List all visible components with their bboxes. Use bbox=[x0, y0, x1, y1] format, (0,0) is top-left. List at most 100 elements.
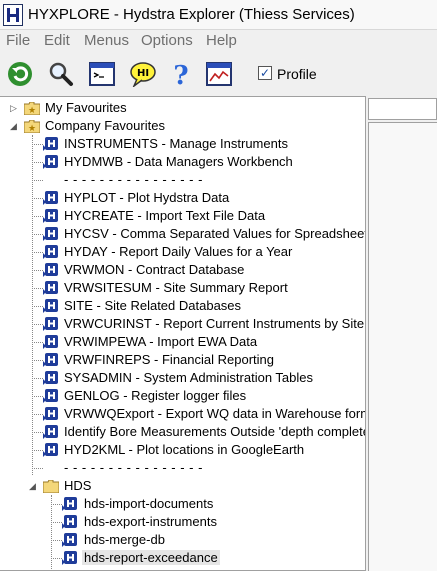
tree-item-label: hds-import-documents bbox=[84, 496, 214, 511]
help-button[interactable]: ? bbox=[166, 59, 196, 89]
title-bar: HYXPLORE - Hydstra Explorer (Thiess Serv… bbox=[0, 0, 437, 30]
tree-item-hyday[interactable]: HYDAY - Report Daily Values for a Year bbox=[0, 243, 365, 261]
menu-options[interactable]: Options bbox=[141, 32, 193, 49]
tree-item-vrwimpewa[interactable]: VRWIMPEWA - Import EWA Data bbox=[0, 333, 365, 351]
menu-file[interactable]: File bbox=[6, 32, 30, 49]
tree-connector bbox=[32, 252, 43, 253]
tree-connector bbox=[32, 396, 43, 397]
tree-item-hds-import-documents[interactable]: hds-import-documents bbox=[0, 495, 365, 513]
tree-item-vrwfinreps[interactable]: VRWFINREPS - Financial Reporting bbox=[0, 351, 365, 369]
tree-item-hds-merge-db[interactable]: hds-merge-db bbox=[0, 531, 365, 549]
tree-connector bbox=[51, 522, 62, 523]
tree-node-company-favourites[interactable]: ◢ ★ Company Favourites bbox=[0, 117, 365, 135]
separator-text: - - - - - - - - - - - - - - - - bbox=[64, 172, 203, 187]
tree-connector bbox=[32, 270, 43, 271]
chat-icon: HI bbox=[130, 62, 156, 87]
hydstra-program-icon bbox=[43, 298, 59, 314]
tree-separator: - - - - - - - - - - - - - - - - bbox=[0, 171, 365, 189]
favourites-folder-icon: ★ bbox=[24, 102, 40, 115]
tree-item-identify-bore-measurements-outside-depth[interactable]: Identify Bore Measurements Outside 'dept… bbox=[0, 423, 366, 441]
tree-item-label: VRWMON - Contract Database bbox=[64, 262, 245, 277]
detail-header bbox=[368, 98, 437, 120]
tree-item-label: SITE - Site Related Databases bbox=[64, 298, 242, 313]
tree-connector bbox=[32, 468, 43, 469]
tree-connector bbox=[32, 378, 43, 379]
tree-item-hyplot[interactable]: HYPLOT - Plot Hydstra Data bbox=[0, 189, 365, 207]
tree-item-label: VRWWQExport - Export WQ data in Warehous… bbox=[64, 406, 366, 421]
hydstra-program-icon bbox=[43, 244, 59, 260]
chat-button[interactable]: HI bbox=[128, 59, 158, 89]
app-icon bbox=[3, 4, 23, 26]
hydstra-program-icon bbox=[43, 442, 59, 458]
tree-connector bbox=[32, 414, 43, 415]
tree-item-hydmwb[interactable]: HYDMWB - Data Managers Workbench bbox=[0, 153, 365, 171]
tree-connector bbox=[51, 540, 62, 541]
hydstra-program-icon bbox=[43, 226, 59, 242]
tree-item-hds-export-instruments[interactable]: hds-export-instruments bbox=[0, 513, 365, 531]
tree-item-label: SYSADMIN - System Administration Tables bbox=[64, 370, 314, 385]
menu-edit[interactable]: Edit bbox=[44, 32, 70, 49]
tree-connector bbox=[32, 162, 43, 163]
hydstra-program-icon bbox=[43, 370, 59, 386]
tree-item-label: Identify Bore Measurements Outside 'dept… bbox=[64, 424, 366, 439]
refresh-button[interactable] bbox=[5, 59, 35, 89]
tree-separator: - - - - - - - - - - - - - - - - bbox=[0, 459, 365, 477]
tree-item-vrwwqexport[interactable]: VRWWQExport - Export WQ data in Warehous… bbox=[0, 405, 366, 423]
tree-connector bbox=[32, 198, 43, 199]
hydstra-program-icon bbox=[43, 388, 59, 404]
tree-connector bbox=[51, 558, 62, 559]
help-icon: ? bbox=[173, 61, 188, 88]
tree-label-company-favourites: Company Favourites bbox=[45, 118, 165, 133]
tree-item-label: hds-merge-db bbox=[84, 532, 165, 547]
collapse-arrow-icon[interactable]: ◢ bbox=[29, 482, 38, 491]
tree-item-label: HYCREATE - Import Text File Data bbox=[64, 208, 266, 223]
tree-node-my-favourites[interactable]: ▷ ★ My Favourites bbox=[0, 99, 365, 117]
expand-arrow-icon[interactable]: ▷ bbox=[10, 104, 19, 113]
tree-item-sysadmin[interactable]: SYSADMIN - System Administration Tables bbox=[0, 369, 365, 387]
profile-label: Profile bbox=[277, 66, 317, 82]
tree-connector bbox=[32, 342, 43, 343]
tree-pane[interactable]: ▷ ★ My Favourites ◢ ★ Company Favourites… bbox=[0, 96, 366, 571]
console-button[interactable] bbox=[87, 59, 117, 89]
search-button[interactable] bbox=[46, 59, 76, 89]
tree-item-hds-report-exceedance[interactable]: hds-report-exceedance bbox=[0, 549, 365, 567]
tree-item-hycreate[interactable]: HYCREATE - Import Text File Data bbox=[0, 207, 365, 225]
tree-item-genlog[interactable]: GENLOG - Register logger files bbox=[0, 387, 365, 405]
menu-bar: File Edit Menus Options Help bbox=[0, 30, 437, 51]
tree-item-site[interactable]: SITE - Site Related Databases bbox=[0, 297, 365, 315]
tree-item-hycsv[interactable]: HYCSV - Comma Separated Values for Sprea… bbox=[0, 225, 366, 243]
hydstra-program-icon bbox=[62, 550, 78, 566]
hydstra-program-icon bbox=[43, 136, 59, 152]
tree-item-label: HYD2KML - Plot locations in GoogleEarth bbox=[64, 442, 305, 457]
profile-checkbox[interactable]: ✓ bbox=[258, 66, 272, 80]
chart-window-button[interactable] bbox=[204, 59, 234, 89]
svg-text:HI: HI bbox=[137, 68, 149, 79]
collapse-arrow-icon[interactable]: ◢ bbox=[10, 122, 19, 131]
tree-item-label: VRWCURINST - Report Current Instruments … bbox=[64, 316, 365, 331]
hydstra-program-icon bbox=[43, 406, 59, 422]
tree-label-my-favourites: My Favourites bbox=[45, 100, 127, 115]
tree-connector bbox=[32, 324, 43, 325]
tree-connector bbox=[32, 180, 43, 181]
tree-item-vrwsitesum[interactable]: VRWSITESUM - Site Summary Report bbox=[0, 279, 365, 297]
tree-item-vrwmon[interactable]: VRWMON - Contract Database bbox=[0, 261, 365, 279]
tree-item-instruments[interactable]: INSTRUMENTS - Manage Instruments bbox=[0, 135, 365, 153]
menu-menus[interactable]: Menus bbox=[84, 32, 129, 49]
detail-body bbox=[368, 122, 437, 571]
hydstra-program-icon bbox=[62, 514, 78, 530]
favourites-folder-icon: ★ bbox=[24, 120, 40, 133]
tree-node-hds[interactable]: ◢ HDS bbox=[0, 477, 365, 495]
tree-item-vrwcurinst[interactable]: VRWCURINST - Report Current Instruments … bbox=[0, 315, 365, 333]
tree-item-label: HYCSV - Comma Separated Values for Sprea… bbox=[64, 226, 366, 241]
tree-item-label: HYDAY - Report Daily Values for a Year bbox=[64, 244, 293, 259]
tree-item-label: hds-export-instruments bbox=[84, 514, 217, 529]
svg-text:★: ★ bbox=[28, 124, 36, 133]
tree-connector bbox=[32, 216, 43, 217]
hydstra-program-icon bbox=[43, 424, 59, 440]
hydstra-program-icon bbox=[43, 262, 59, 278]
tree-item-hyd2kml[interactable]: HYD2KML - Plot locations in GoogleEarth bbox=[0, 441, 365, 459]
window-title: HYXPLORE - Hydstra Explorer (Thiess Serv… bbox=[28, 6, 355, 23]
menu-help[interactable]: Help bbox=[206, 32, 237, 49]
separator-text: - - - - - - - - - - - - - - - - bbox=[64, 460, 203, 475]
tree-item-label: VRWIMPEWA - Import EWA Data bbox=[64, 334, 258, 349]
